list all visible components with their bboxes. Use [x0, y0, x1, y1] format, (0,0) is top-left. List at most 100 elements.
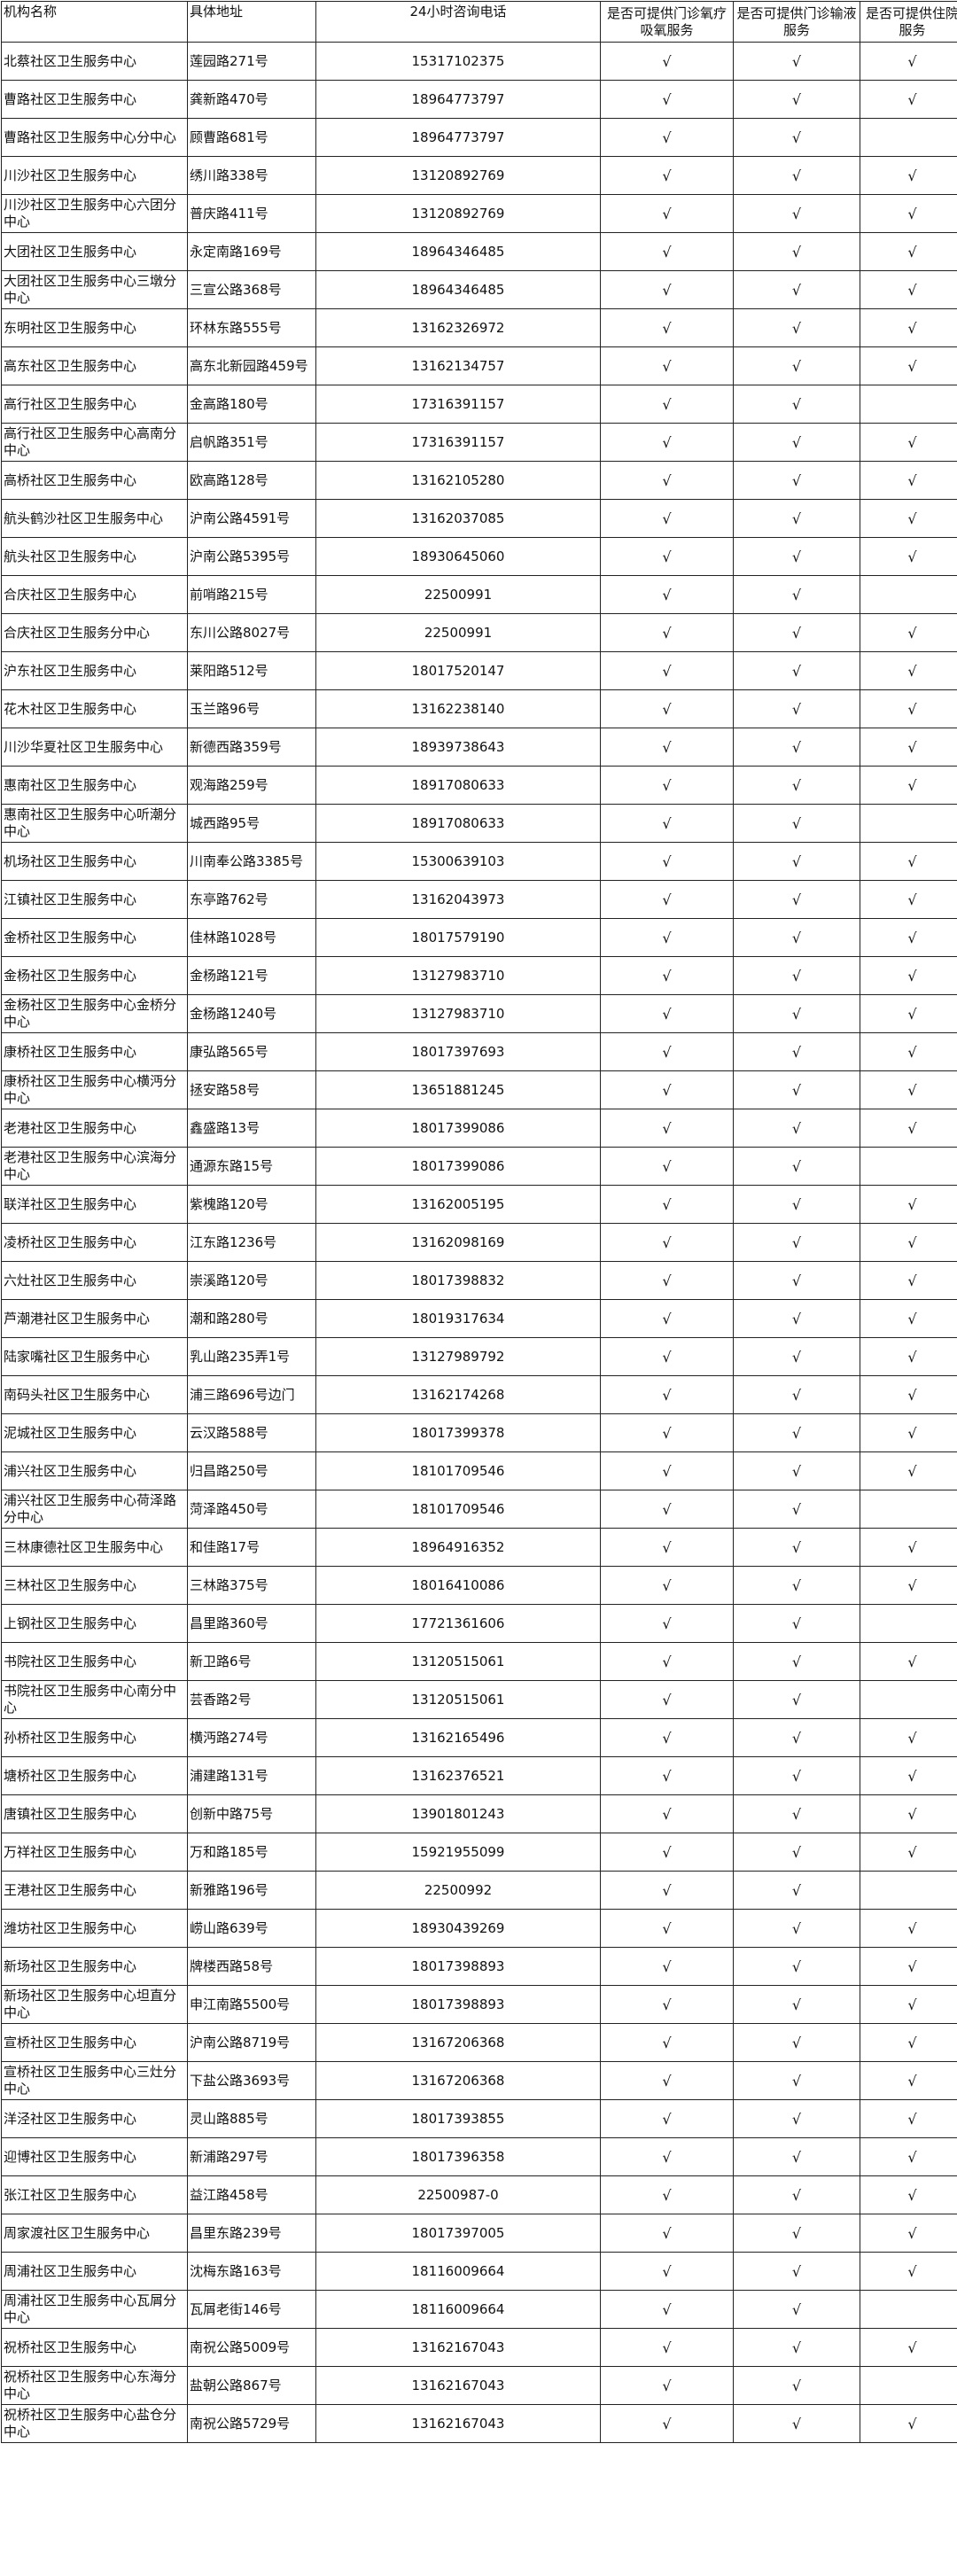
- cell-phone: 18017520147: [316, 652, 601, 690]
- cell-infusion: √: [734, 1376, 860, 1414]
- cell-name: 三林康德社区卫生服务中心: [2, 1529, 188, 1567]
- table-row: 周浦社区卫生服务中心瓦屑分中心瓦屑老街146号18116009664√√: [2, 2291, 957, 2329]
- table-row: 凌桥社区卫生服务中心江东路1236号13162098169√√√: [2, 1224, 957, 1262]
- cell-name: 大团社区卫生服务中心: [2, 233, 188, 271]
- cell-infusion: √: [734, 385, 860, 424]
- cell-phone: 18930439269: [316, 1910, 601, 1948]
- cell-oxygen: √: [601, 2367, 734, 2405]
- cell-infusion: √: [734, 271, 860, 309]
- cell-address: 拯安路58号: [188, 1071, 316, 1109]
- cell-phone: 13162167043: [316, 2405, 601, 2443]
- table-row: 唐镇社区卫生服务中心创新中路75号13901801243√√√: [2, 1795, 957, 1833]
- cell-oxygen: √: [601, 2214, 734, 2253]
- cell-name: 迎博社区卫生服务中心: [2, 2138, 188, 2176]
- cell-infusion: √: [734, 500, 860, 538]
- cell-address: 金杨路121号: [188, 957, 316, 995]
- cell-address: 通源东路15号: [188, 1148, 316, 1186]
- cell-name: 祝桥社区卫生服务中心东海分中心: [2, 2367, 188, 2405]
- cell-oxygen: √: [601, 1452, 734, 1490]
- cell-address: 启帆路351号: [188, 424, 316, 462]
- cell-infusion: √: [734, 119, 860, 157]
- cell-inpatient: √: [860, 2253, 957, 2291]
- cell-oxygen: √: [601, 500, 734, 538]
- cell-inpatient: √: [860, 1643, 957, 1681]
- cell-infusion: √: [734, 1529, 860, 1567]
- cell-inpatient: [860, 1490, 957, 1529]
- table-row: 联洋社区卫生服务中心紫槐路120号13162005195√√√: [2, 1186, 957, 1224]
- cell-name: 川沙华夏社区卫生服务中心: [2, 728, 188, 767]
- cell-infusion: √: [734, 881, 860, 919]
- cell-name: 陆家嘴社区卫生服务中心: [2, 1338, 188, 1376]
- cell-inpatient: √: [860, 1224, 957, 1262]
- cell-inpatient: √: [860, 1910, 957, 1948]
- cell-name: 泥城社区卫生服务中心: [2, 1414, 188, 1452]
- cell-infusion: √: [734, 2062, 860, 2100]
- cell-infusion: √: [734, 1148, 860, 1186]
- cell-inpatient: √: [860, 995, 957, 1033]
- cell-phone: 13167206368: [316, 2062, 601, 2100]
- table-body: 北蔡社区卫生服务中心莲园路271号15317102375√√√曹路社区卫生服务中…: [2, 43, 957, 2443]
- cell-name: 高东社区卫生服务中心: [2, 347, 188, 385]
- header-inpatient: 是否可提供住院服务: [860, 2, 957, 43]
- cell-inpatient: √: [860, 157, 957, 195]
- cell-address: 莲园路271号: [188, 43, 316, 81]
- cell-phone: 18017398893: [316, 1948, 601, 1986]
- cell-name: 孙桥社区卫生服务中心: [2, 1719, 188, 1757]
- cell-phone: 13167206368: [316, 2024, 601, 2062]
- table-row: 康桥社区卫生服务中心康弘路565号18017397693√√√: [2, 1033, 957, 1071]
- table-row: 祝桥社区卫生服务中心南祝公路5009号13162167043√√√: [2, 2329, 957, 2367]
- table-row: 祝桥社区卫生服务中心东海分中心盐朝公路867号13162167043√√: [2, 2367, 957, 2405]
- cell-oxygen: √: [601, 347, 734, 385]
- table-row: 浦兴社区卫生服务中心归昌路250号18101709546√√√: [2, 1452, 957, 1490]
- table-row: 浦兴社区卫生服务中心荷泽路分中心菏泽路450号18101709546√√: [2, 1490, 957, 1529]
- cell-phone: 15317102375: [316, 43, 601, 81]
- cell-inpatient: √: [860, 2329, 957, 2367]
- cell-address: 绣川路338号: [188, 157, 316, 195]
- cell-infusion: √: [734, 1300, 860, 1338]
- cell-address: 沈梅东路163号: [188, 2253, 316, 2291]
- cell-name: 祝桥社区卫生服务中心: [2, 2329, 188, 2367]
- table-row: 王港社区卫生服务中心新雅路196号22500992√√: [2, 1872, 957, 1910]
- cell-name: 大团社区卫生服务中心三墩分中心: [2, 271, 188, 309]
- table-row: 金杨社区卫生服务中心金桥分中心金杨路1240号13127983710√√√: [2, 995, 957, 1033]
- cell-oxygen: √: [601, 309, 734, 347]
- cell-inpatient: √: [860, 2138, 957, 2176]
- cell-oxygen: √: [601, 690, 734, 728]
- cell-name: 书院社区卫生服务中心南分中心: [2, 1681, 188, 1719]
- cell-name: 书院社区卫生服务中心: [2, 1643, 188, 1681]
- cell-infusion: √: [734, 919, 860, 957]
- cell-inpatient: √: [860, 2062, 957, 2100]
- cell-address: 乳山路235弄1号: [188, 1338, 316, 1376]
- cell-address: 观海路259号: [188, 767, 316, 805]
- cell-infusion: √: [734, 1910, 860, 1948]
- cell-address: 莱阳路512号: [188, 652, 316, 690]
- table-row: 川沙华夏社区卫生服务中心新德西路359号18939738643√√√: [2, 728, 957, 767]
- cell-name: 潍坊社区卫生服务中心: [2, 1910, 188, 1948]
- cell-name: 高行社区卫生服务中心: [2, 385, 188, 424]
- table-row: 航头社区卫生服务中心沪南公路5395号18930645060√√√: [2, 538, 957, 576]
- cell-oxygen: √: [601, 767, 734, 805]
- cell-name: 王港社区卫生服务中心: [2, 1872, 188, 1910]
- table-row: 张江社区卫生服务中心益江路458号22500987-0√√√: [2, 2176, 957, 2214]
- cell-address: 新雅路196号: [188, 1872, 316, 1910]
- cell-infusion: √: [734, 1719, 860, 1757]
- cell-address: 川南奉公路3385号: [188, 843, 316, 881]
- cell-infusion: √: [734, 1338, 860, 1376]
- cell-inpatient: √: [860, 690, 957, 728]
- table-row: 航头鹤沙社区卫生服务中心沪南公路4591号13162037085√√√: [2, 500, 957, 538]
- cell-oxygen: √: [601, 1948, 734, 1986]
- cell-infusion: √: [734, 1643, 860, 1681]
- cell-address: 环林东路555号: [188, 309, 316, 347]
- cell-inpatient: √: [860, 881, 957, 919]
- cell-inpatient: √: [860, 614, 957, 652]
- cell-oxygen: √: [601, 1300, 734, 1338]
- cell-phone: 18016410086: [316, 1567, 601, 1605]
- cell-address: 高东北新园路459号: [188, 347, 316, 385]
- table-row: 高行社区卫生服务中心高南分中心启帆路351号17316391157√√√: [2, 424, 957, 462]
- cell-name: 金桥社区卫生服务中心: [2, 919, 188, 957]
- table-row: 祝桥社区卫生服务中心盐仓分中心南祝公路5729号13162167043√√√: [2, 2405, 957, 2443]
- cell-inpatient: [860, 119, 957, 157]
- cell-inpatient: √: [860, 1262, 957, 1300]
- cell-phone: 22500991: [316, 614, 601, 652]
- cell-phone: 13162134757: [316, 347, 601, 385]
